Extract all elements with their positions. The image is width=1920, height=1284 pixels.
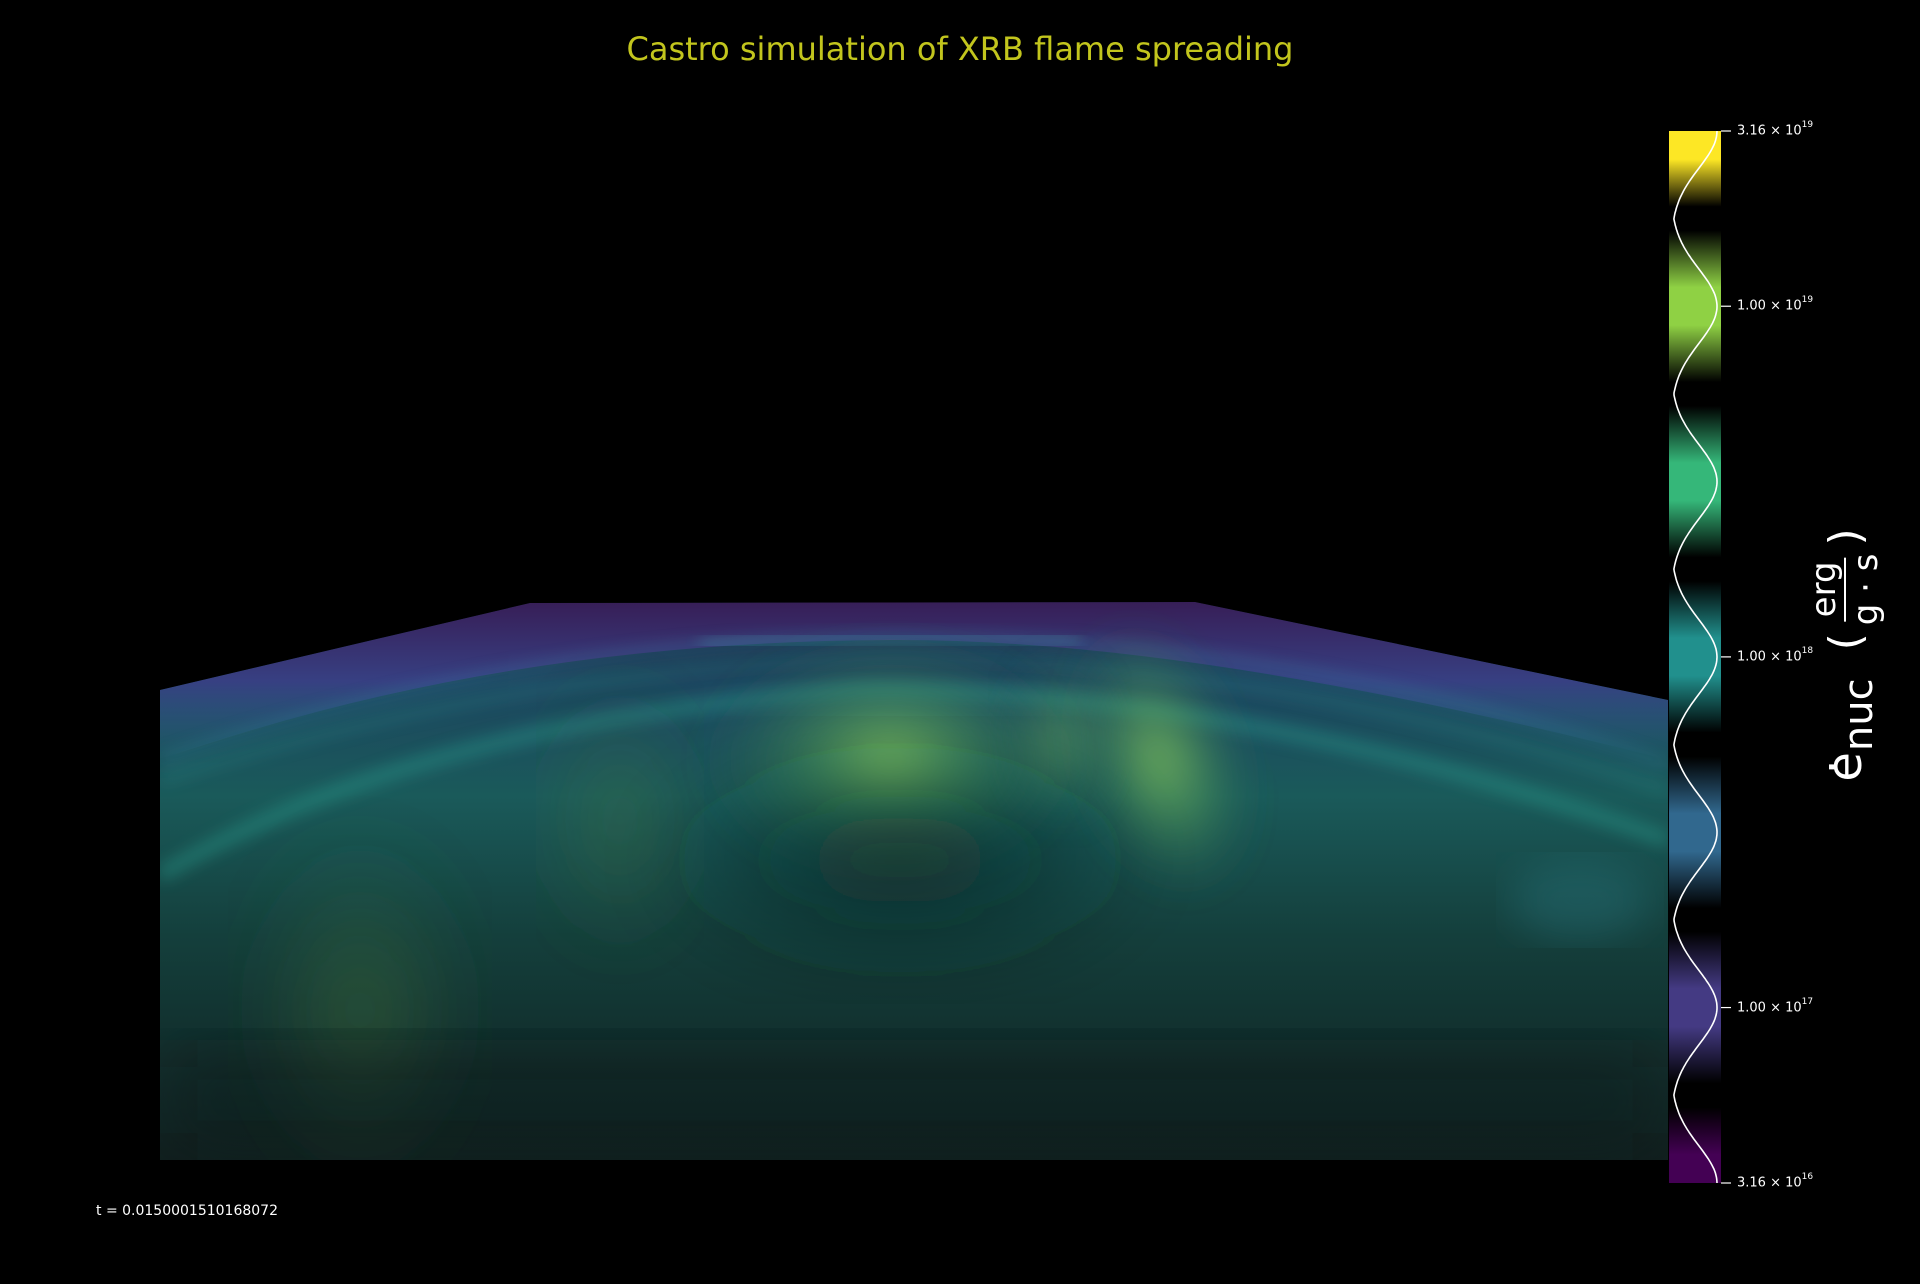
colorbar-tick-label: 3.16 × 1019 [1737,120,1814,139]
colorbar: 3.16 × 1019 1.00 × 1019 1.00 × 1018 1.00 × … [0,0,1920,1280]
time-label: t = 0.0150001510168072 [96,1203,278,1219]
colorbar-tick-label: 1.00 × 1018 [1737,645,1814,665]
colorbar-tick-label: 1.00 × 1017 [1737,996,1814,1015]
colorbar-unit-numerator: erg [1804,557,1846,622]
colorbar-variable: e · [1805,752,1873,782]
colorbar-tick-label: 3.16 × 1016 [1737,1172,1814,1191]
colorbar-label: e · nuc ( erg g · s ) [1804,520,1886,790]
colorbar-tick-label: 1.00 × 1019 [1737,295,1814,314]
colorbar-unit-denominator: g · s [1846,553,1886,626]
colorbar-svg [1669,130,1731,1184]
colorbar-variable-subscript: nuc [1836,678,1882,752]
colorbar-gradient [1669,131,1721,1183]
colorbar-unit: ( erg g · s ) [1804,528,1886,651]
